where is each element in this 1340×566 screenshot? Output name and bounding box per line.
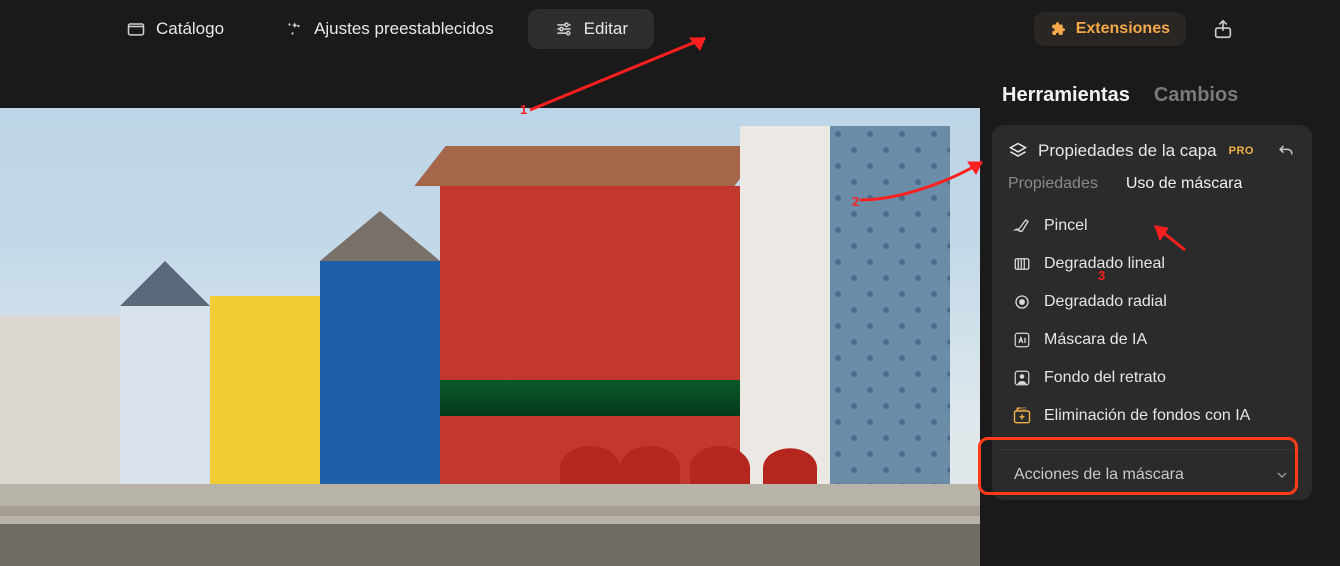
- tool-label: Degradado radial: [1044, 293, 1167, 311]
- extensions-label: Extensiones: [1076, 20, 1170, 38]
- layers-icon: [1008, 141, 1028, 161]
- subtab-mask-use[interactable]: Uso de máscara: [1126, 175, 1243, 193]
- panel-title: Propiedades de la capa: [1038, 141, 1217, 161]
- panel-subtabs: Propiedades Uso de máscara: [998, 175, 1306, 207]
- tool-ai-background-removal[interactable]: PRO Eliminación de fondos con IA: [1004, 397, 1300, 435]
- undo-icon: [1276, 141, 1296, 161]
- linear-gradient-icon: [1012, 254, 1032, 274]
- svg-text:PRO: PRO: [1017, 406, 1027, 411]
- tool-label: Fondo del retrato: [1044, 369, 1166, 387]
- tab-tools[interactable]: Herramientas: [1002, 84, 1130, 107]
- tool-portrait-background[interactable]: Fondo del retrato: [1004, 359, 1300, 397]
- tool-radial-gradient[interactable]: Degradado radial: [1004, 283, 1300, 321]
- annotation-arrow-1: [520, 20, 730, 120]
- side-tabs: Herramientas Cambios: [992, 84, 1312, 107]
- annotation-label-2: 2: [852, 194, 859, 209]
- radial-gradient-icon: [1012, 292, 1032, 312]
- panel-header[interactable]: Propiedades de la capa PRO: [998, 141, 1306, 175]
- portrait-icon: [1012, 368, 1032, 388]
- catalog-label: Catálogo: [156, 19, 224, 39]
- bg-remove-pro-icon: PRO: [1012, 406, 1032, 426]
- tool-ai-mask[interactable]: Máscara de IA: [1004, 321, 1300, 359]
- presets-button[interactable]: Ajustes preestablecidos: [258, 9, 520, 49]
- tab-changes[interactable]: Cambios: [1154, 84, 1238, 107]
- brush-icon: [1012, 216, 1032, 236]
- ai-icon: [1012, 330, 1032, 350]
- undo-button[interactable]: [1276, 141, 1296, 161]
- catalog-button[interactable]: Catálogo: [100, 9, 250, 49]
- tool-label: Pincel: [1044, 217, 1088, 235]
- annotation-highlight-box: [978, 437, 1298, 495]
- subtab-properties[interactable]: Propiedades: [1008, 175, 1098, 193]
- folder-icon: [126, 19, 146, 39]
- photo-preview: [0, 108, 980, 566]
- share-button[interactable]: [1206, 12, 1240, 46]
- share-icon: [1212, 18, 1234, 40]
- sparkle-icon: [284, 19, 304, 39]
- puzzle-icon: [1050, 20, 1068, 38]
- annotation-arrow-3: [1130, 220, 1190, 254]
- tool-label: Máscara de IA: [1044, 331, 1147, 349]
- annotation-arrow-2: [852, 150, 992, 210]
- presets-label: Ajustes preestablecidos: [314, 19, 494, 39]
- pro-badge: PRO: [1229, 145, 1254, 157]
- tool-label: Eliminación de fondos con IA: [1044, 407, 1250, 425]
- annotation-label-3: 3: [1098, 268, 1105, 283]
- image-canvas[interactable]: [0, 58, 980, 566]
- annotation-label-1: 1: [520, 102, 527, 117]
- extensions-button[interactable]: Extensiones: [1034, 12, 1186, 46]
